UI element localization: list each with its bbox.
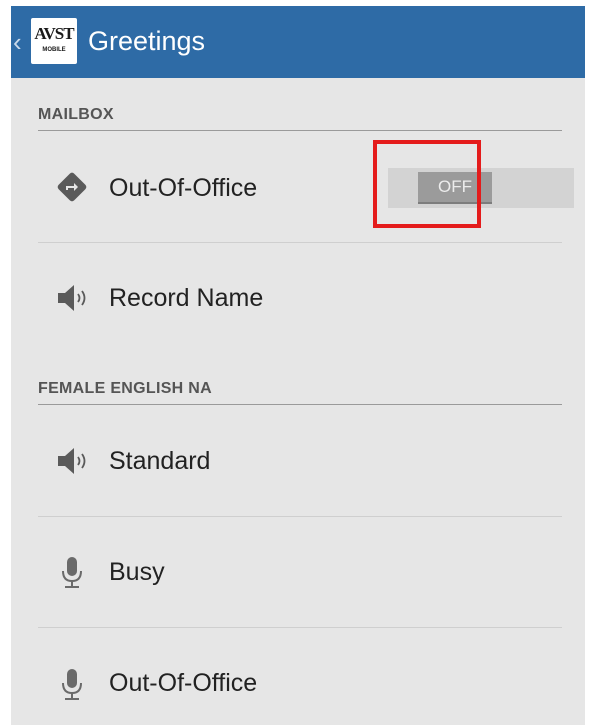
microphone-icon bbox=[62, 557, 82, 588]
highlight-box bbox=[373, 140, 481, 228]
list-item-busy[interactable]: Busy bbox=[38, 517, 562, 628]
directions-icon bbox=[57, 172, 87, 202]
app-logo[interactable]: AVST MOBILE bbox=[31, 18, 77, 64]
busy-label: Busy bbox=[109, 558, 165, 586]
app-logo-text: AVST bbox=[34, 24, 74, 43]
greetings-screen: ‹ AVST MOBILE Greetings MAILBOX Out-Of-O… bbox=[11, 6, 585, 725]
action-bar: ‹ AVST MOBILE Greetings bbox=[11, 6, 585, 78]
page-title: Greetings bbox=[88, 26, 206, 56]
section-header-mailbox: MAILBOX bbox=[38, 104, 562, 131]
app-logo-subtext: MOBILE bbox=[42, 47, 66, 53]
standard-label: Standard bbox=[109, 447, 211, 475]
speaker-icon bbox=[58, 285, 86, 311]
out-of-office-label: Out-Of-Office bbox=[109, 174, 258, 202]
speaker-icon bbox=[58, 448, 86, 474]
microphone-icon bbox=[62, 669, 82, 700]
list-item-out-of-office-toggle[interactable]: Out-Of-Office OFF bbox=[38, 132, 574, 243]
list-item-standard[interactable]: Standard bbox=[38, 406, 562, 517]
list-item-out-of-office-greeting[interactable]: Out-Of-Office bbox=[38, 628, 562, 725]
section-header-voice: FEMALE ENGLISH NA bbox=[38, 378, 562, 405]
out-of-office-greeting-label: Out-Of-Office bbox=[109, 669, 258, 697]
list-item-record-name[interactable]: Record Name bbox=[38, 243, 562, 353]
record-name-label: Record Name bbox=[109, 284, 264, 312]
back-chevron-icon[interactable]: ‹ bbox=[13, 24, 27, 60]
